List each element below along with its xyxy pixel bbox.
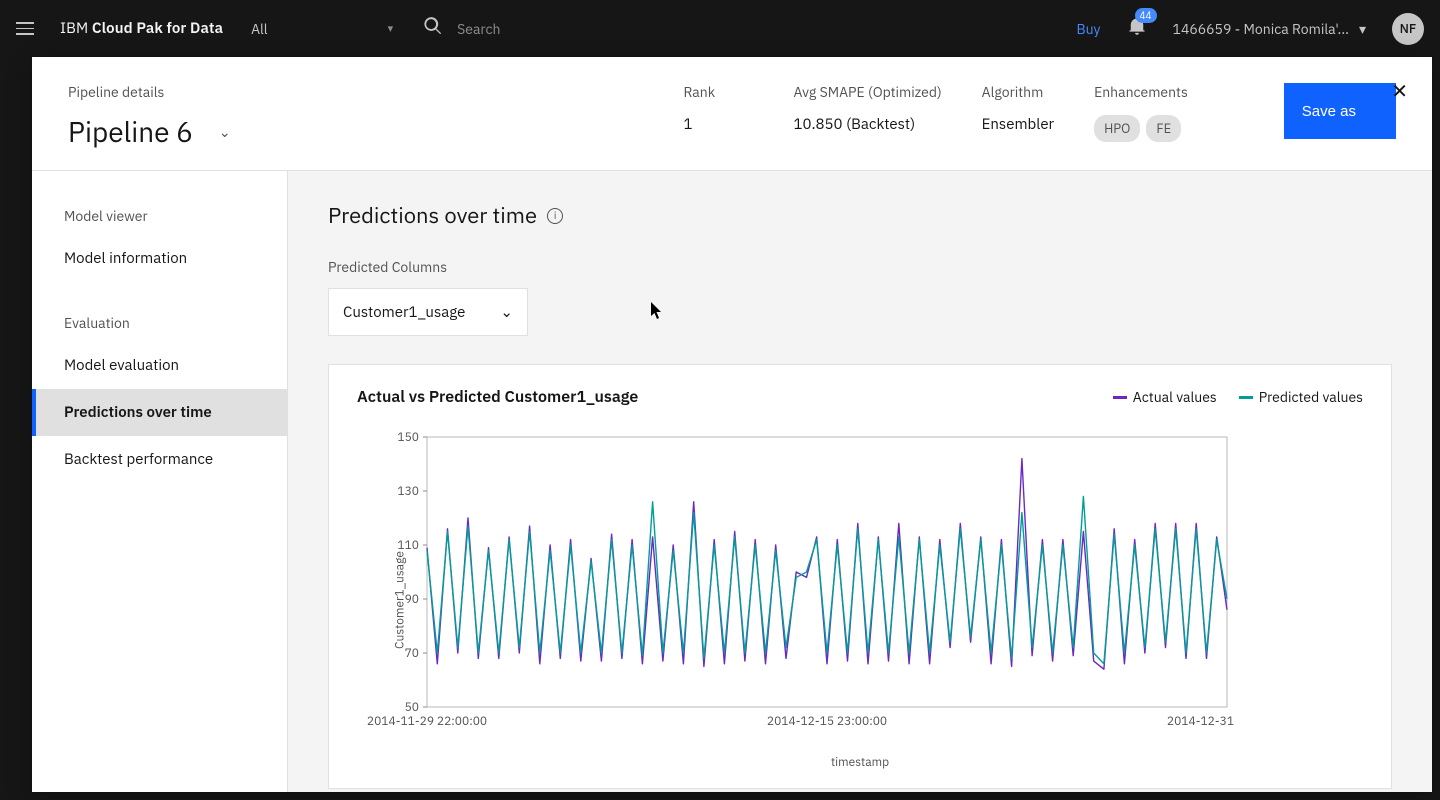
buy-link[interactable]: Buy xyxy=(1076,20,1100,38)
search[interactable]: Search xyxy=(423,16,500,41)
predicted-columns-value: Customer1_usage xyxy=(343,303,465,322)
enhancement-pill-hpo: HPO xyxy=(1094,115,1140,142)
pipeline-name: Pipeline 6 xyxy=(68,113,193,150)
topbar-right: Buy 44 1466659 - Monica Romila'... ▾ NF xyxy=(1076,13,1424,45)
info-icon[interactable]: i xyxy=(547,208,563,224)
chevron-down-icon: ⌄ xyxy=(500,303,513,322)
predicted-columns-dropdown[interactable]: Customer1_usage ⌄ xyxy=(328,288,528,336)
avatar[interactable]: NF xyxy=(1392,13,1424,45)
top-bar: IBM Cloud Pak for Data All ▾ Search Buy … xyxy=(0,0,1440,57)
svg-text:2014-12-31 23:00:00: 2014-12-31 23:00:00 xyxy=(1167,714,1237,729)
rank-label: Rank xyxy=(683,83,753,101)
chart-svg: 1501301109070502014-11-29 22:00:002014-1… xyxy=(357,427,1237,747)
svg-text:2014-12-15 23:00:00: 2014-12-15 23:00:00 xyxy=(767,714,887,729)
chart-card: Actual vs Predicted Customer1_usage Actu… xyxy=(328,364,1392,789)
side-nav: Model viewer Model information Evaluatio… xyxy=(32,171,288,792)
notifications-button[interactable]: 44 xyxy=(1127,16,1147,41)
svg-text:2014-11-29 22:00:00: 2014-11-29 22:00:00 xyxy=(367,714,487,729)
algorithm-label: Algorithm xyxy=(982,83,1054,101)
brand-prefix: IBM xyxy=(60,19,92,38)
chart-y-axis-label: Customer1_usage xyxy=(392,551,407,649)
search-placeholder: Search xyxy=(457,20,500,38)
brand: IBM Cloud Pak for Data xyxy=(60,19,223,38)
account-label: 1466659 - Monica Romila'... xyxy=(1173,20,1349,38)
search-icon xyxy=(423,16,443,41)
enhancement-pill-fe: FE xyxy=(1146,115,1181,142)
cursor-icon xyxy=(651,302,663,320)
chart-plot: Customer1_usage 1501301109070502014-11-2… xyxy=(357,427,1363,772)
enhancements-label: Enhancements xyxy=(1094,83,1188,101)
chevron-down-icon: ⌄ xyxy=(219,123,231,141)
sidenav-item-predictions-over-time[interactable]: Predictions over time xyxy=(32,389,287,436)
content-area: Predictions over time i Predicted Column… xyxy=(288,171,1432,792)
chevron-down-icon: ▾ xyxy=(1359,20,1366,38)
sidenav-item-model-evaluation[interactable]: Model evaluation xyxy=(32,342,287,389)
smape-value: 10.850 (Backtest) xyxy=(793,115,941,134)
account-selector[interactable]: 1466659 - Monica Romila'... ▾ xyxy=(1173,20,1366,38)
legend-predicted-label: Predicted values xyxy=(1259,388,1363,406)
header-metrics: Rank 1 Avg SMAPE (Optimized) 10.850 (Bac… xyxy=(683,83,1396,142)
legend-actual-label: Actual values xyxy=(1133,388,1217,406)
sidenav-item-backtest-performance[interactable]: Backtest performance xyxy=(32,436,287,483)
sidenav-item-model-information[interactable]: Model information xyxy=(32,235,287,282)
close-icon[interactable]: ✕ xyxy=(1391,77,1408,104)
chart-legend: Actual values Predicted values xyxy=(1113,388,1363,406)
pipeline-details-label: Pipeline details xyxy=(68,83,231,101)
pipeline-selector[interactable]: Pipeline 6 ⌄ xyxy=(68,113,231,150)
chart-title: Actual vs Predicted Customer1_usage xyxy=(357,387,638,407)
brand-name: Cloud Pak for Data xyxy=(92,19,223,38)
rank-value: 1 xyxy=(683,115,753,134)
smape-label: Avg SMAPE (Optimized) xyxy=(793,83,941,101)
legend-predicted: Predicted values xyxy=(1239,388,1363,406)
menu-icon[interactable] xyxy=(16,17,40,41)
modal-header: Pipeline details Pipeline 6 ⌄ Rank 1 Avg… xyxy=(32,57,1432,171)
chart-x-axis-label: timestamp xyxy=(357,755,1363,770)
sidenav-section-evaluation: Evaluation xyxy=(32,306,287,342)
sidenav-section-modelviewer: Model viewer xyxy=(32,199,287,235)
notifications-badge: 44 xyxy=(1135,8,1157,23)
algorithm-value: Ensembler xyxy=(982,115,1054,134)
svg-text:150: 150 xyxy=(397,430,419,445)
save-as-button[interactable]: Save as xyxy=(1284,83,1396,139)
legend-actual: Actual values xyxy=(1113,388,1217,406)
content-title: Predictions over time xyxy=(328,201,537,230)
content-title-row: Predictions over time i xyxy=(328,201,1392,230)
predicted-columns-label: Predicted Columns xyxy=(328,258,1392,276)
scope-selector[interactable]: All ▾ xyxy=(251,20,393,38)
svg-text:130: 130 xyxy=(397,484,419,499)
pipeline-details-modal: Pipeline details Pipeline 6 ⌄ Rank 1 Avg… xyxy=(32,57,1432,792)
scope-label: All xyxy=(251,20,268,38)
svg-text:50: 50 xyxy=(405,700,419,715)
chevron-down-icon: ▾ xyxy=(388,22,394,36)
